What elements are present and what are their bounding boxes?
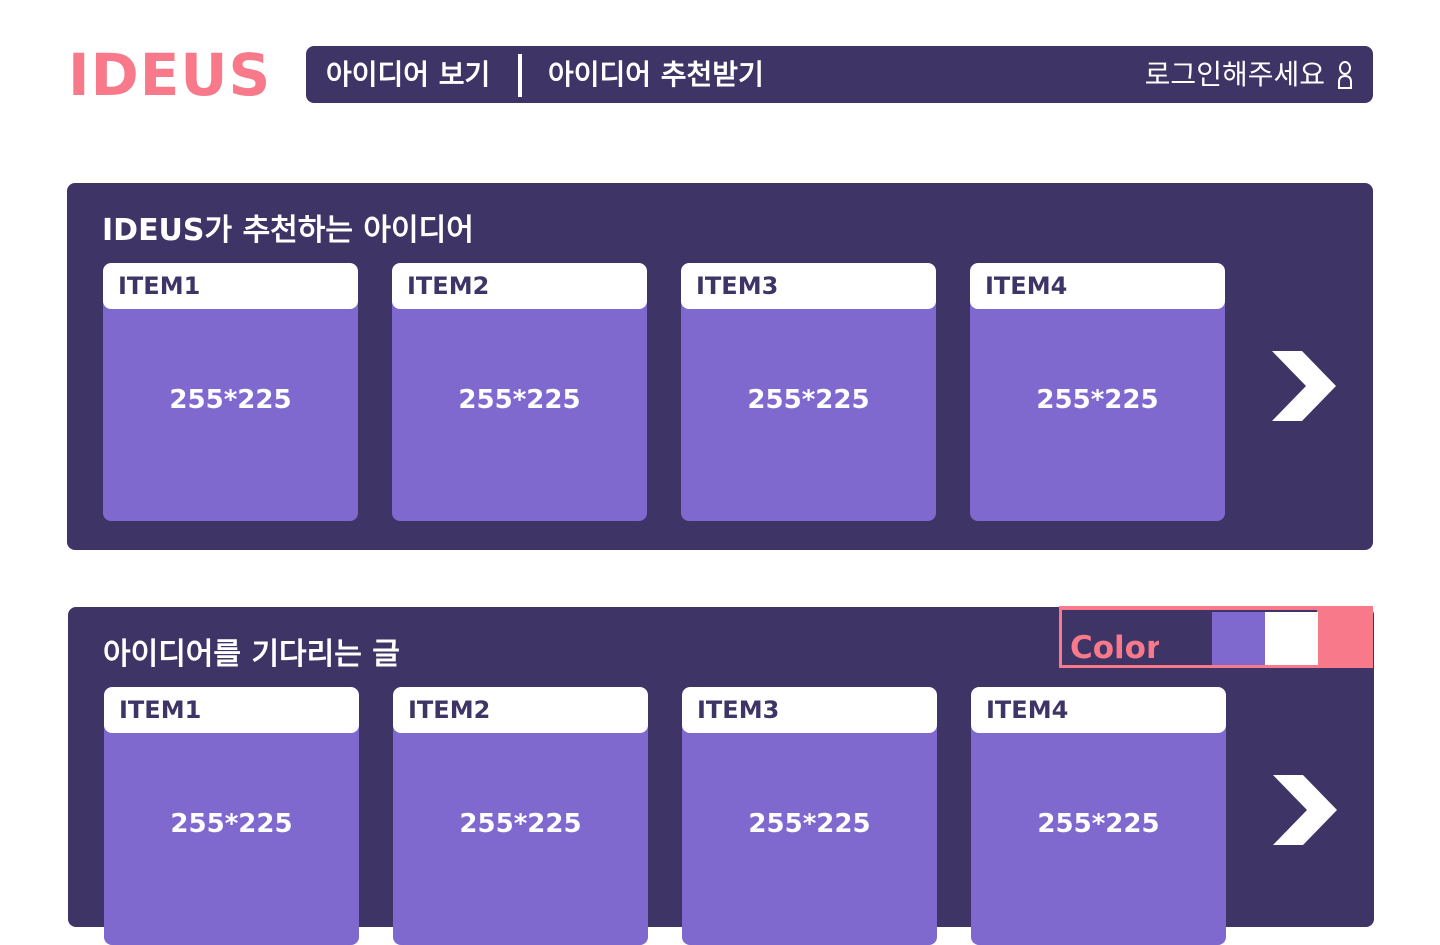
- card-title: ITEM4: [970, 263, 1225, 309]
- color-swatch: [1265, 612, 1318, 665]
- card-image-placeholder: 255*225: [458, 385, 581, 415]
- idea-card[interactable]: ITEM2 255*225: [392, 263, 647, 521]
- card-image-placeholder: 255*225: [169, 385, 292, 415]
- color-palette-inner: Color: [1062, 610, 1318, 666]
- color-label: Color: [1070, 630, 1162, 666]
- card-image-placeholder: 255*225: [747, 385, 870, 415]
- user-icon: [1337, 60, 1353, 90]
- card-title: ITEM1: [104, 687, 359, 733]
- card-title: ITEM2: [393, 687, 648, 733]
- nav-divider: [518, 54, 522, 97]
- color-palette: Color: [1059, 606, 1373, 668]
- card-title: ITEM3: [682, 687, 937, 733]
- chevron-right-icon[interactable]: [1273, 775, 1339, 849]
- idea-card[interactable]: ITEM1 255*225: [103, 263, 358, 521]
- nav-get-recommendations[interactable]: 아이디어 추천받기: [548, 46, 764, 103]
- login-link[interactable]: 로그인해주세요: [1145, 46, 1353, 103]
- idea-card[interactable]: ITEM2 255*225: [393, 687, 648, 945]
- card-title: ITEM4: [971, 687, 1226, 733]
- idea-card[interactable]: ITEM3 255*225: [681, 263, 936, 521]
- card-image-placeholder: 255*225: [1037, 809, 1160, 839]
- idea-card[interactable]: ITEM4 255*225: [970, 263, 1225, 521]
- card-image-placeholder: 255*225: [459, 809, 582, 839]
- color-swatch: [1212, 612, 1265, 665]
- card-title: ITEM1: [103, 263, 358, 309]
- card-title: ITEM3: [681, 263, 936, 309]
- idea-card[interactable]: ITEM1 255*225: [104, 687, 359, 945]
- color-swatch: [1159, 612, 1212, 665]
- idea-card[interactable]: ITEM4 255*225: [971, 687, 1226, 945]
- idea-card[interactable]: ITEM3 255*225: [682, 687, 937, 945]
- section-title: IDEUS가 추천하는 아이디어: [102, 213, 474, 248]
- section-title: 아이디어를 기다리는 글: [103, 637, 400, 672]
- card-image-placeholder: 255*225: [1036, 385, 1159, 415]
- nav-view-ideas[interactable]: 아이디어 보기: [326, 46, 490, 103]
- top-nav-bar: 아이디어 보기 아이디어 추천받기 로그인해주세요: [306, 46, 1373, 103]
- login-label: 로그인해주세요: [1144, 58, 1325, 91]
- card-image-placeholder: 255*225: [170, 809, 293, 839]
- recommended-ideas-section: IDEUS가 추천하는 아이디어 ITEM1 255*225 ITEM2 255…: [67, 183, 1373, 550]
- brand-logo[interactable]: IDEUS: [68, 40, 271, 110]
- chevron-right-icon[interactable]: [1272, 351, 1338, 425]
- card-title: ITEM2: [392, 263, 647, 309]
- card-image-placeholder: 255*225: [748, 809, 871, 839]
